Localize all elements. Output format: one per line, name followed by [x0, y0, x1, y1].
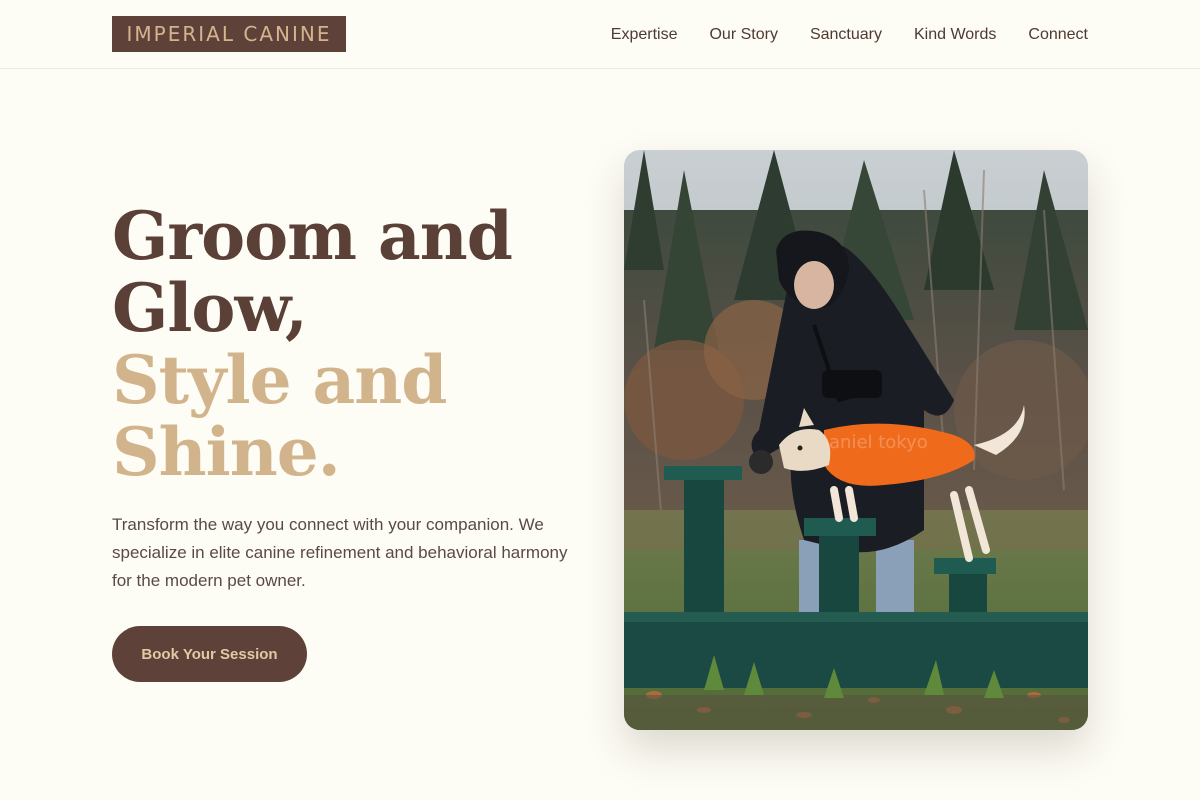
book-session-button[interactable]: Book Your Session: [112, 626, 307, 682]
nav-item-sanctuary[interactable]: Sanctuary: [810, 26, 882, 44]
hero-description: Transform the way you connect with your …: [112, 515, 568, 590]
hero-title-line-2: Style and Shine.: [112, 341, 447, 491]
brand-logo[interactable]: IMPERIAL CANINE: [112, 16, 346, 52]
main-nav: Expertise Our Story Sanctuary Kind Words…: [611, 0, 1088, 69]
photo-watermark: aniel tokyo: [829, 432, 928, 453]
hero-title-line-1: Groom and Glow,: [112, 197, 513, 347]
nav-item-expertise[interactable]: Expertise: [611, 26, 678, 44]
hero-title: Groom and Glow, Style and Shine.: [112, 200, 592, 488]
site-header: IMPERIAL CANINE Expertise Our Story Sanc…: [0, 0, 1200, 69]
hero-photo-dog-training-icon: aniel tokyo: [624, 150, 1088, 730]
nav-item-connect[interactable]: Connect: [1028, 26, 1088, 44]
nav-item-kind-words[interactable]: Kind Words: [914, 26, 996, 44]
nav-item-our-story[interactable]: Our Story: [709, 26, 777, 44]
hero-photo: aniel tokyo: [624, 150, 1088, 730]
